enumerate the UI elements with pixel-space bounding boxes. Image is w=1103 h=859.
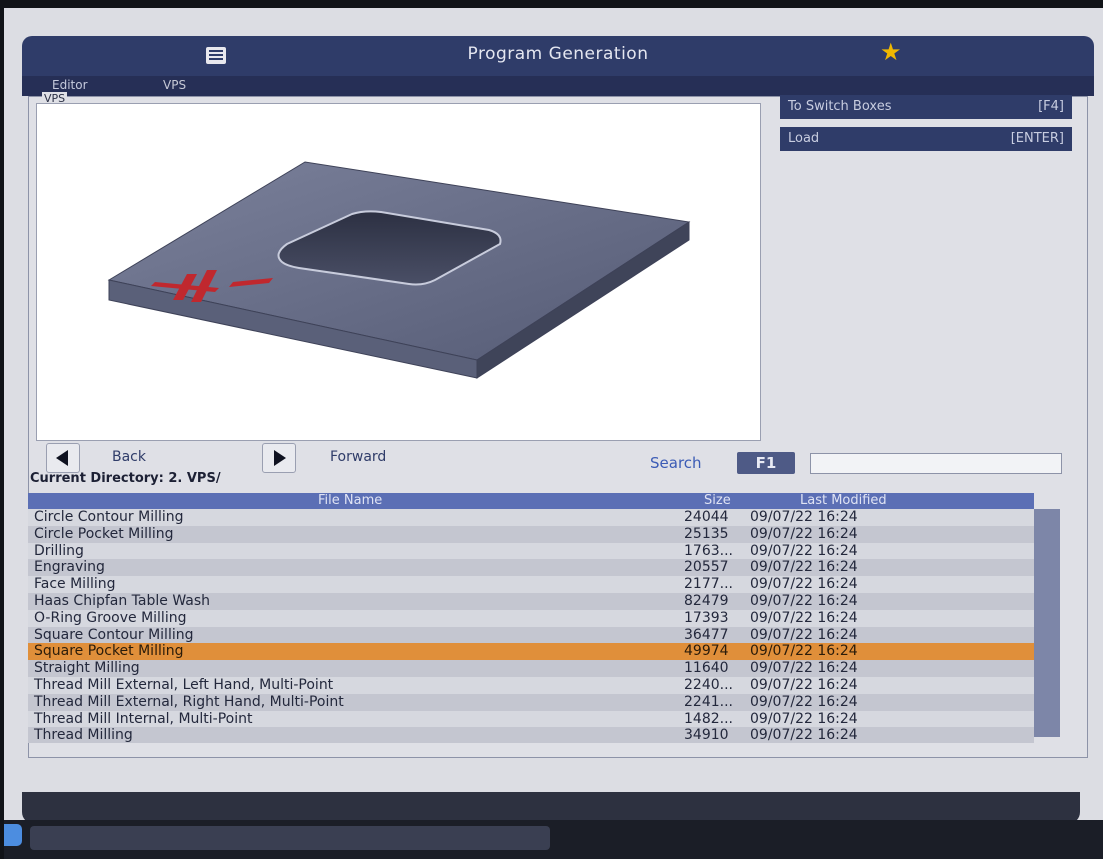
back-label[interactable]: Back bbox=[112, 449, 146, 465]
file-name-cell: Drilling bbox=[34, 542, 84, 559]
table-row[interactable]: Circle Pocket Milling 25135 09/07/22 16:24 bbox=[28, 525, 1034, 543]
file-name-cell: Circle Contour Milling bbox=[34, 509, 184, 525]
tab-vps[interactable]: VPS bbox=[163, 78, 186, 92]
last-modified-cell: 09/07/22 16:24 bbox=[750, 677, 858, 693]
table-row[interactable]: Face Milling 2177... 09/07/22 16:24 bbox=[28, 576, 1034, 594]
file-size-cell: 24044 bbox=[684, 509, 729, 525]
file-size-cell: 36477 bbox=[684, 626, 729, 643]
search-input[interactable] bbox=[810, 453, 1062, 474]
last-modified-cell: 09/07/22 16:24 bbox=[750, 626, 858, 643]
table-row[interactable]: Straight Milling 11640 09/07/22 16:24 bbox=[28, 660, 1034, 678]
back-button[interactable] bbox=[46, 443, 80, 473]
file-size-cell: 17393 bbox=[684, 609, 729, 626]
last-modified-cell: 09/07/22 16:24 bbox=[750, 593, 858, 609]
file-name-cell: Engraving bbox=[34, 559, 105, 576]
table-scrollbar[interactable] bbox=[1034, 509, 1060, 737]
file-size-cell: 34910 bbox=[684, 727, 729, 743]
table-row[interactable]: O-Ring Groove Milling 17393 09/07/22 16:24 bbox=[28, 609, 1034, 627]
last-modified-cell: 09/07/22 16:24 bbox=[750, 609, 858, 626]
table-row[interactable]: Haas Chipfan Table Wash 82479 09/07/22 16:… bbox=[28, 593, 1034, 610]
last-modified-cell: 09/07/22 16:24 bbox=[750, 525, 858, 542]
table-header: File Name Size Last Modified bbox=[28, 493, 1034, 509]
part-preview-image bbox=[107, 161, 691, 379]
last-modified-cell: 09/07/22 16:24 bbox=[750, 542, 858, 559]
load-key: [ENTER] bbox=[1010, 131, 1064, 146]
last-modified-cell: 09/07/22 16:24 bbox=[750, 693, 858, 710]
back-arrow-icon bbox=[56, 450, 68, 466]
search-key-f1[interactable]: F1 bbox=[737, 452, 795, 474]
last-modified-cell: 09/07/22 16:24 bbox=[750, 643, 858, 660]
file-name-cell: O-Ring Groove Milling bbox=[34, 609, 187, 626]
file-name-cell: Square Contour Milling bbox=[34, 626, 194, 643]
cnc-screen: Program Generation ★ Editor VPS VPS To S… bbox=[4, 8, 1103, 859]
last-modified-cell: 09/07/22 16:24 bbox=[750, 710, 858, 727]
file-size-cell: 25135 bbox=[684, 525, 729, 542]
table-row[interactable]: Thread Milling 34910 09/07/22 16:24 bbox=[28, 727, 1034, 743]
file-name-cell: Thread Milling bbox=[34, 727, 133, 743]
file-size-cell: 2241... bbox=[684, 693, 733, 710]
table-row[interactable]: Thread Mill Internal, Multi-Point 1482...… bbox=[28, 710, 1034, 728]
switch-boxes-key: [F4] bbox=[1038, 99, 1064, 114]
forward-label[interactable]: Forward bbox=[330, 449, 386, 465]
file-name-cell: Haas Chipfan Table Wash bbox=[34, 593, 211, 609]
search-label: Search bbox=[650, 454, 702, 472]
load-label: Load bbox=[788, 131, 820, 146]
last-modified-cell: 09/07/22 16:24 bbox=[750, 509, 858, 525]
file-name-cell: Thread Mill External, Left Hand, Multi-P… bbox=[34, 677, 334, 693]
table-row[interactable]: Square Pocket Milling 49974 09/07/22 16:24 bbox=[28, 643, 1034, 661]
last-modified-cell: 09/07/22 16:24 bbox=[750, 660, 858, 677]
file-table: File Name Size Last Modified Circle Cont… bbox=[28, 493, 1034, 743]
file-size-cell: 82479 bbox=[684, 593, 729, 609]
file-size-cell: 20557 bbox=[684, 559, 729, 576]
tab-editor[interactable]: Editor bbox=[52, 78, 88, 92]
load-button[interactable]: Load [ENTER] bbox=[780, 127, 1072, 151]
file-name-cell: Face Milling bbox=[34, 576, 116, 593]
column-size[interactable]: Size bbox=[704, 493, 731, 508]
last-modified-cell: 09/07/22 16:24 bbox=[750, 559, 858, 576]
file-name-cell: Square Pocket Milling bbox=[34, 643, 184, 660]
table-row[interactable]: Circle Contour Milling 24044 09/07/22 16:2… bbox=[28, 509, 1034, 526]
table-row[interactable]: Drilling 1763... 09/07/22 16:24 bbox=[28, 542, 1034, 560]
file-size-cell: 2177... bbox=[684, 576, 733, 593]
file-name-cell: Straight Milling bbox=[34, 660, 140, 677]
current-directory: Current Directory: 2. VPS/ bbox=[30, 471, 221, 486]
forward-arrow-icon bbox=[274, 450, 286, 466]
switch-boxes-button[interactable]: To Switch Boxes [F4] bbox=[780, 95, 1072, 119]
last-modified-cell: 09/07/22 16:24 bbox=[750, 727, 858, 743]
file-name-cell: Thread Mill Internal, Multi-Point bbox=[34, 710, 253, 727]
switch-boxes-label: To Switch Boxes bbox=[788, 99, 892, 114]
forward-button[interactable] bbox=[262, 443, 296, 473]
table-row[interactable]: Thread Mill External, Left Hand, Multi-P… bbox=[28, 677, 1034, 694]
column-file-name[interactable]: File Name bbox=[318, 493, 382, 508]
column-last-modified[interactable]: Last Modified bbox=[800, 493, 887, 508]
tab-bar: Editor VPS bbox=[22, 76, 1094, 96]
page-title: Program Generation bbox=[467, 44, 649, 64]
file-size-cell: 2240... bbox=[684, 677, 733, 693]
file-size-cell: 11640 bbox=[684, 660, 729, 677]
table-row[interactable]: Thread Mill External, Right Hand, Multi-… bbox=[28, 693, 1034, 711]
file-size-cell: 1763... bbox=[684, 542, 733, 559]
star-icon[interactable]: ★ bbox=[880, 40, 902, 64]
table-row[interactable]: Engraving 20557 09/07/22 16:24 bbox=[28, 559, 1034, 577]
file-size-cell: 1482... bbox=[684, 710, 733, 727]
template-preview bbox=[36, 103, 761, 441]
title-bar: Program Generation ★ bbox=[22, 36, 1094, 76]
status-field bbox=[30, 826, 550, 850]
file-size-cell: 49974 bbox=[684, 643, 729, 660]
file-name-cell: Thread Mill External, Right Hand, Multi-… bbox=[34, 693, 344, 710]
table-row[interactable]: Square Contour Milling 36477 09/07/22 16:2… bbox=[28, 626, 1034, 644]
file-name-cell: Circle Pocket Milling bbox=[34, 525, 174, 542]
status-indicator bbox=[4, 824, 22, 846]
last-modified-cell: 09/07/22 16:24 bbox=[750, 576, 858, 593]
